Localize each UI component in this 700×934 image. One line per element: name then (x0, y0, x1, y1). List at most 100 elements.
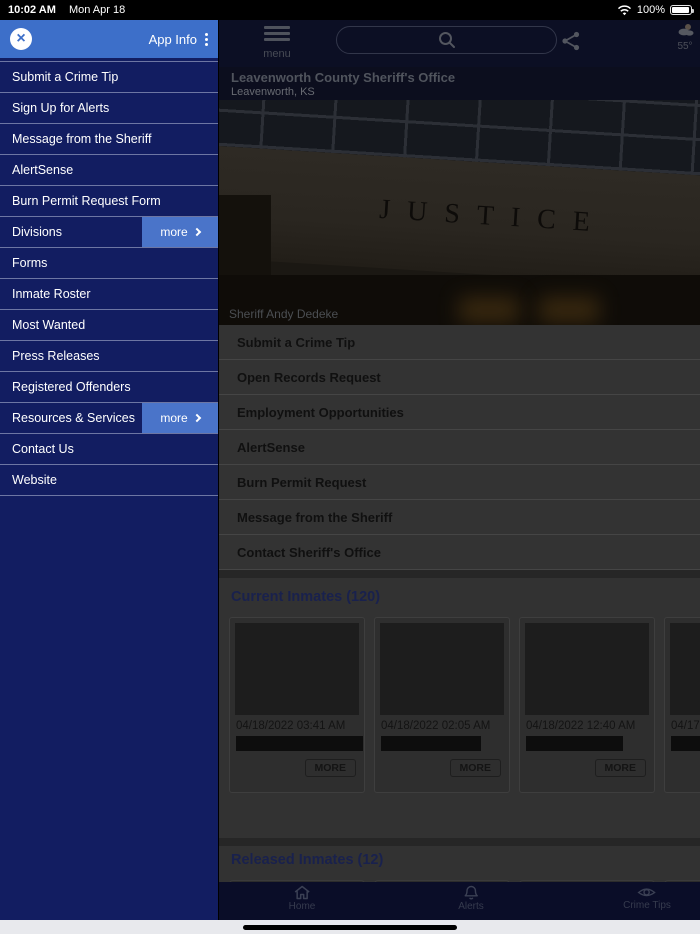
main-content: menu (219, 20, 700, 920)
search-input[interactable] (336, 26, 557, 54)
inmate-photo (235, 623, 359, 715)
sidebar-item-registered-offenders[interactable]: Registered Offenders (0, 372, 218, 403)
close-icon[interactable]: × (10, 28, 32, 50)
inmate-card[interactable]: 04/18/2022 02:05 AM MORE (374, 617, 510, 793)
top-nav: menu (219, 20, 700, 67)
inmate-name-redacted (236, 736, 363, 751)
inmate-photo (380, 623, 504, 715)
sidebar-item-burn-permit-request-form[interactable]: Burn Permit Request Form (0, 186, 218, 217)
divisions-more-button[interactable]: more (142, 217, 218, 247)
sidebar-item-most-wanted[interactable]: Most Wanted (0, 310, 218, 341)
inmate-card[interactable]: 04/17 (664, 617, 700, 793)
tab-label: Home (289, 901, 316, 912)
kebab-menu-icon (205, 38, 208, 41)
status-bar: 10:02 AM Mon Apr 18 100% (0, 0, 700, 20)
sidebar-item-contact-us[interactable]: Contact Us (0, 434, 218, 465)
sidebar-item-label: Contact Us (12, 442, 74, 456)
app-info-label: App Info (149, 32, 197, 47)
more-button[interactable]: MORE (595, 759, 647, 777)
quick-link-submit-a-crime-tip[interactable]: Submit a Crime Tip (219, 325, 700, 360)
more-button[interactable]: MORE (305, 759, 357, 777)
sidebar-item-label: Website (12, 473, 57, 487)
quick-link-label: Employment Opportunities (237, 405, 404, 420)
inmate-cards-row[interactable]: 04/18/2022 03:41 AM MORE 04/18/2022 02:0… (229, 617, 700, 793)
sidebar-menu: Submit a Crime Tip Sign Up for Alerts Me… (0, 61, 218, 496)
sidebar-item-label: AlertSense (12, 163, 73, 177)
eye-icon (637, 885, 656, 899)
sidebar-item-message-from-the-sheriff[interactable]: Message from the Sheriff (0, 124, 218, 155)
sidebar-item-label: Divisions (12, 225, 62, 239)
inmate-card[interactable]: 04/18/2022 03:41 AM MORE (229, 617, 365, 793)
sidebar-item-sign-up-for-alerts[interactable]: Sign Up for Alerts (0, 93, 218, 124)
sidebar-item-label: Message from the Sheriff (12, 132, 151, 146)
app-header: Leavenworth County Sheriff's Office Leav… (219, 67, 700, 100)
menu-button[interactable]: menu (255, 26, 299, 60)
section-divider (219, 838, 700, 846)
sidebar-item-label: Most Wanted (12, 318, 85, 332)
bell-icon (463, 885, 479, 900)
quick-link-label: AlertSense (237, 440, 305, 455)
status-date: Mon Apr 18 (69, 4, 125, 16)
sidebar-item-label: Forms (12, 256, 47, 270)
weather-widget[interactable]: 55° (671, 23, 699, 52)
more-button[interactable]: MORE (450, 759, 502, 777)
tab-crime-tips[interactable]: Crime Tips (623, 885, 671, 911)
quick-link-label: Burn Permit Request (237, 475, 366, 490)
battery-icon (670, 5, 692, 15)
wifi-icon (617, 5, 632, 16)
building-sign-text: JUSTICE (378, 194, 607, 240)
sidebar-item-label: Submit a Crime Tip (12, 70, 118, 84)
sidebar-item-alertsense[interactable]: AlertSense (0, 155, 218, 186)
battery-percent: 100% (637, 4, 665, 16)
app-screen: 10:02 AM Mon Apr 18 100% × App Info Subm… (0, 0, 700, 934)
tab-alerts[interactable]: Alerts (458, 885, 484, 912)
hamburger-icon (264, 26, 290, 29)
quick-link-label: Message from the Sheriff (237, 510, 392, 525)
hero-caption: Sheriff Andy Dedeke (229, 307, 338, 321)
quick-link-alertsense[interactable]: AlertSense (219, 430, 700, 465)
weather-temp: 55° (671, 41, 699, 52)
inmate-booking-date: 04/17 (671, 720, 700, 732)
sidebar-item-label: Burn Permit Request Form (12, 194, 161, 208)
quick-link-message-from-the-sheriff[interactable]: Message from the Sheriff (219, 500, 700, 535)
share-icon (560, 30, 582, 52)
tab-home[interactable]: Home (289, 885, 316, 912)
sidebar-header: × App Info (0, 20, 218, 58)
page-subtitle: Leavenworth, KS (231, 86, 700, 98)
sidebar-item-label: Inmate Roster (12, 287, 91, 301)
sidebar-item-label: Sign Up for Alerts (12, 101, 109, 115)
resources-more-button[interactable]: more (142, 403, 218, 433)
current-inmates-section: Current Inmates (120) 04/18/2022 03:41 A… (219, 578, 700, 838)
quick-link-employment-opportunities[interactable]: Employment Opportunities (219, 395, 700, 430)
bottom-tab-bar: Home Alerts Crime Tips (219, 882, 700, 920)
more-label: more (160, 411, 187, 425)
app-info-button[interactable]: App Info (149, 32, 208, 47)
share-button[interactable] (560, 30, 586, 54)
tab-label: Alerts (458, 901, 484, 912)
sidebar-item-press-releases[interactable]: Press Releases (0, 341, 218, 372)
quick-link-open-records-request[interactable]: Open Records Request (219, 360, 700, 395)
inmate-name-redacted (381, 736, 481, 751)
inmate-name-redacted (526, 736, 623, 751)
hero-door-light (459, 297, 519, 323)
quick-link-burn-permit-request[interactable]: Burn Permit Request (219, 465, 700, 500)
sidebar-item-inmate-roster[interactable]: Inmate Roster (0, 279, 218, 310)
sidebar-item-website[interactable]: Website (0, 465, 218, 496)
sidebar-item-submit-a-crime-tip[interactable]: Submit a Crime Tip (0, 62, 218, 93)
sidebar-item-forms[interactable]: Forms (0, 248, 218, 279)
sidebar-item-resources-services[interactable]: Resources & Services more (0, 403, 218, 434)
current-inmates-heading: Current Inmates (120) (219, 578, 700, 605)
inmate-booking-date: 04/18/2022 02:05 AM (381, 720, 509, 732)
quick-links-list: Submit a Crime Tip Open Records Request … (219, 325, 700, 570)
inmate-booking-date: 04/18/2022 12:40 AM (526, 720, 654, 732)
quick-link-contact-sheriffs-office[interactable]: Contact Sheriff's Office (219, 535, 700, 570)
home-indicator[interactable] (243, 925, 457, 930)
quick-link-label: Open Records Request (237, 370, 381, 385)
clock: 10:02 AM (8, 4, 56, 16)
chevron-right-icon (192, 414, 200, 422)
page-title: Leavenworth County Sheriff's Office (231, 70, 700, 85)
inmate-card[interactable]: 04/18/2022 12:40 AM MORE (519, 617, 655, 793)
sidebar-item-divisions[interactable]: Divisions more (0, 217, 218, 248)
weather-icon (676, 23, 694, 36)
system-bottom-strip (0, 920, 700, 934)
